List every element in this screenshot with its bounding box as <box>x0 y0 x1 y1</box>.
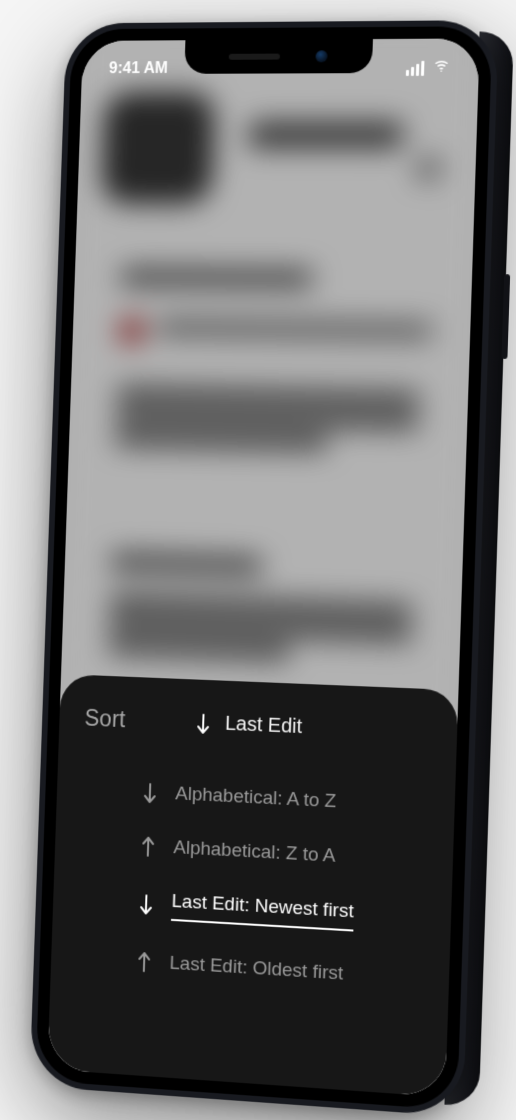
cellular-signal-icon <box>406 60 425 75</box>
sort-option[interactable]: Alphabetical: Z to A <box>140 835 427 872</box>
status-time: 9:41 AM <box>109 60 168 78</box>
arrow-down-icon <box>138 893 154 916</box>
arrow-up-icon <box>136 951 152 974</box>
phone-screen: 9:41 AM Sort <box>47 38 479 1097</box>
current-sort-label: Last Edit <box>225 713 303 739</box>
sort-option[interactable]: Last Edit: Newest first <box>138 889 425 936</box>
sort-option-label: Last Edit: Oldest first <box>169 953 343 986</box>
arrow-down-icon <box>142 782 158 805</box>
speaker-grille <box>229 54 280 60</box>
arrow-up-icon <box>140 835 156 858</box>
phone-frame: 9:41 AM Sort <box>29 20 498 1117</box>
wifi-icon <box>432 56 451 79</box>
sort-option-label: Alphabetical: Z to A <box>173 837 336 868</box>
current-sort: Last Edit <box>195 711 302 739</box>
sheet-title: Sort <box>84 705 126 734</box>
sort-option[interactable]: Last Edit: Oldest first <box>136 951 423 991</box>
sort-option[interactable]: Alphabetical: A to Z <box>142 782 429 818</box>
sort-option-label: Alphabetical: A to Z <box>175 783 337 813</box>
sort-bottom-sheet: Sort Last Edit Alphabetical: A to ZAlpha… <box>47 674 458 1097</box>
sort-option-label: Last Edit: Newest first <box>171 891 354 932</box>
front-camera <box>315 50 327 62</box>
arrow-down-icon <box>195 712 211 735</box>
device-notch <box>184 39 373 74</box>
sort-options-list: Alphabetical: A to Z Alphabetical: Z to A… <box>76 779 429 991</box>
